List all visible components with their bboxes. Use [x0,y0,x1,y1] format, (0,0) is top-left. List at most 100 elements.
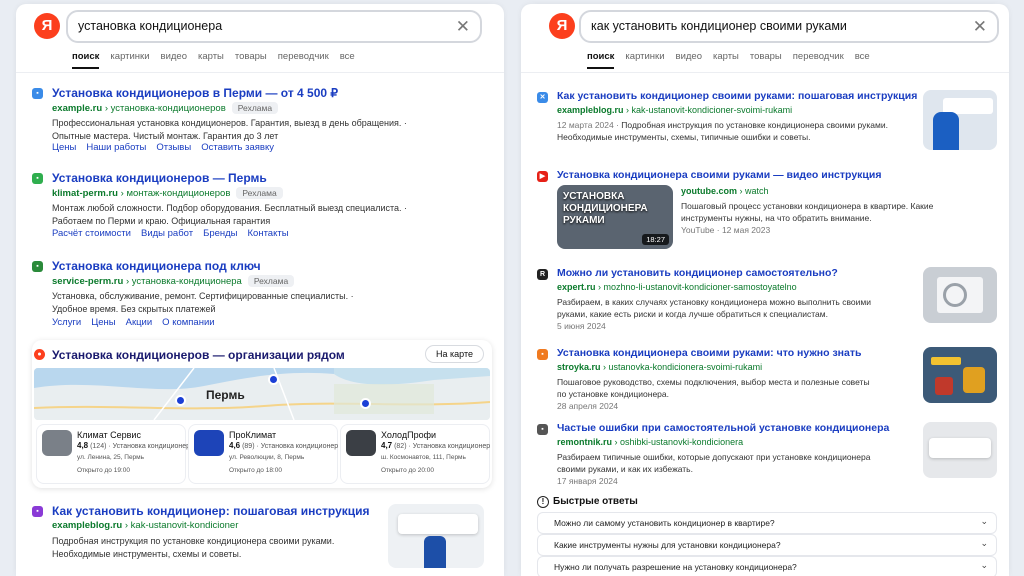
chevron-down-icon[interactable]: ⌄ [980,560,988,571]
tab-goods[interactable]: товары [750,51,782,69]
result-domain[interactable]: stroyka.ru [557,362,601,372]
sitelink[interactable]: Услуги [52,317,81,328]
favicon-icon: ▪ [32,261,43,272]
result-snippet: Профессиональная установка кондиционеров… [52,117,407,142]
organization-name[interactable]: ПроКлимат [229,430,276,440]
tab-maps[interactable]: карты [713,51,739,69]
tab-maps[interactable]: карты [198,51,224,69]
result-title[interactable]: Можно ли установить кондиционер самостоя… [557,267,838,279]
snippet-line: Разбираем, в каких случаях установку кон… [557,297,871,307]
result-snippet: Подробная инструкция по установке кондиц… [52,535,334,560]
clear-icon[interactable]: ✕ [456,17,470,37]
faq-question[interactable]: Можно ли самому установить кондиционер в… [554,518,775,528]
organization-name[interactable]: ХолодПрофи [381,430,436,440]
faq-question[interactable]: Нужно ли получать разрешение на установк… [554,562,797,572]
faq-item[interactable]: Нужно ли получать разрешение на установк… [537,556,997,576]
result-url[interactable]: stroyka.ru › ustanovka-kondicionera-svoi… [557,362,762,372]
organization-card[interactable]: Климат Сервис 4,8 (124) · Установка конд… [36,424,190,484]
sitelink[interactable]: Бренды [203,228,237,239]
result-date: 17 января 2024 [557,476,618,486]
tab-video[interactable]: видео [676,51,702,69]
result-thumbnail[interactable] [923,422,997,478]
result-title[interactable]: Установка кондиционеров в Перми — от 4 5… [52,86,338,100]
tab-translate[interactable]: переводчик [793,51,844,69]
sitelink[interactable]: О компании [162,317,214,328]
faq-item[interactable]: Какие инструменты нужны для установки ко… [537,534,997,556]
map-preview[interactable]: Пермь [34,368,490,420]
organization-card[interactable]: ХолодПрофи 4,7 (82) · Установка кондицио… [340,424,490,484]
tab-goods[interactable]: товары [235,51,267,69]
result-title[interactable]: Частые ошибки при самостоятельной устано… [557,422,889,434]
result-title[interactable]: Установка кондиционера своими руками: чт… [557,347,861,359]
tab-search[interactable]: поиск [587,51,615,69]
result-domain[interactable]: exampleblog.ru [52,520,122,531]
tab-images[interactable]: картинки [110,51,149,69]
search-input[interactable]: установка кондиционера ✕ [66,10,482,43]
sitelink[interactable]: Контакты [248,228,289,239]
tab-video[interactable]: видео [161,51,187,69]
yandex-logo[interactable]: Я [34,13,60,39]
result-url[interactable]: example.ru › установка-кондиционеров Рехл… [52,102,279,114]
tab-translate[interactable]: переводчик [278,51,329,69]
result-thumbnail[interactable] [923,90,997,150]
result-url[interactable]: klimat-perm.ru › монтаж-кондиционеров Рех… [52,187,283,199]
video-duration: 18:27 [642,234,669,245]
result-url[interactable]: exampleblog.ru › kak-ustanovit-kondicion… [557,105,792,115]
organization-name[interactable]: Климат Сервис [77,430,141,440]
result-thumbnail[interactable] [923,347,997,403]
sitelink[interactable]: Цены [91,317,115,328]
result-url[interactable]: service-perm.ru › установка-кондиционера… [52,275,295,287]
clear-icon[interactable]: ✕ [973,17,987,37]
result-domain[interactable]: exampleblog.ru [557,105,624,115]
sitelink[interactable]: Цены [52,142,76,153]
sitelink[interactable]: Акции [126,317,153,328]
tab-all[interactable]: все [340,51,355,69]
snippet-line: своими руками, и как их избежать. [557,464,693,474]
result-title[interactable]: Установка кондиционера под ключ [52,259,261,273]
result-url[interactable]: expert.ru › mozhno-li-ustanovit-kondicio… [557,282,797,292]
result-domain[interactable]: expert.ru [557,282,596,292]
result-domain[interactable]: example.ru [52,103,102,114]
result-url[interactable]: youtube.com › watch [681,186,769,196]
map-marker[interactable] [360,398,371,409]
tab-all[interactable]: все [855,51,870,69]
chevron-down-icon[interactable]: ⌄ [980,516,988,527]
result-title[interactable]: Установка кондиционеров — Пермь [52,171,267,185]
rating-reviews: (82) · Установка кондиционер [394,443,491,450]
result-url[interactable]: remontnik.ru › oshibki-ustanovki-kondici… [557,437,743,447]
result-domain[interactable]: service-perm.ru [52,276,123,287]
yandex-logo[interactable]: Я [549,13,575,39]
result-domain[interactable]: klimat-perm.ru [52,188,118,199]
sitelink[interactable]: Наши работы [86,142,146,153]
sitelink[interactable]: Виды работ [141,228,193,239]
result-title[interactable]: Как установить кондиционер: пошаговая ин… [52,504,370,518]
result-title[interactable]: Как установить кондиционер своими руками… [557,90,917,102]
sitelink[interactable]: Отзывы [156,142,191,153]
result-domain[interactable]: youtube.com [681,186,737,196]
video-thumbnail[interactable]: УСТАНОВКА КОНДИЦИОНЕРА РУКАМИ 18:27 [557,185,673,249]
map-marker[interactable] [268,374,279,385]
result-path: › монтаж-кондиционеров [120,188,231,199]
tab-search[interactable]: поиск [72,51,100,69]
result-url[interactable]: exampleblog.ru › kak-ustanovit-kondicion… [52,520,238,531]
chevron-down-icon[interactable]: ⌄ [980,538,988,549]
tab-images[interactable]: картинки [625,51,664,69]
result-thumbnail[interactable] [388,504,484,568]
result-thumbnail[interactable] [923,267,997,323]
organization-card[interactable]: ПроКлимат 4,6 (89) · Установка кондицион… [188,424,338,484]
rating-value: 4,8 [77,441,89,450]
search-query[interactable]: установка кондиционера [78,19,222,33]
sitelink[interactable]: Оставить заявку [201,142,274,153]
on-map-button[interactable]: На карте [425,345,484,363]
result-title[interactable]: Установка кондиционера своими руками — в… [557,169,881,181]
faq-item[interactable]: Можно ли самому установить кондиционер в… [537,512,997,534]
search-query[interactable]: как установить кондиционер своими руками [591,19,847,33]
map-marker[interactable] [175,395,186,406]
maps-title[interactable]: Установка кондиционеров — организации ря… [52,348,345,362]
organization-logo-icon [194,430,224,456]
sitelink[interactable]: Расчёт стоимости [52,228,131,239]
tool-image [931,357,961,365]
search-input[interactable]: как установить кондиционер своими руками… [579,10,999,43]
faq-question[interactable]: Какие инструменты нужны для установки ко… [554,540,781,550]
result-domain[interactable]: remontnik.ru [557,437,612,447]
